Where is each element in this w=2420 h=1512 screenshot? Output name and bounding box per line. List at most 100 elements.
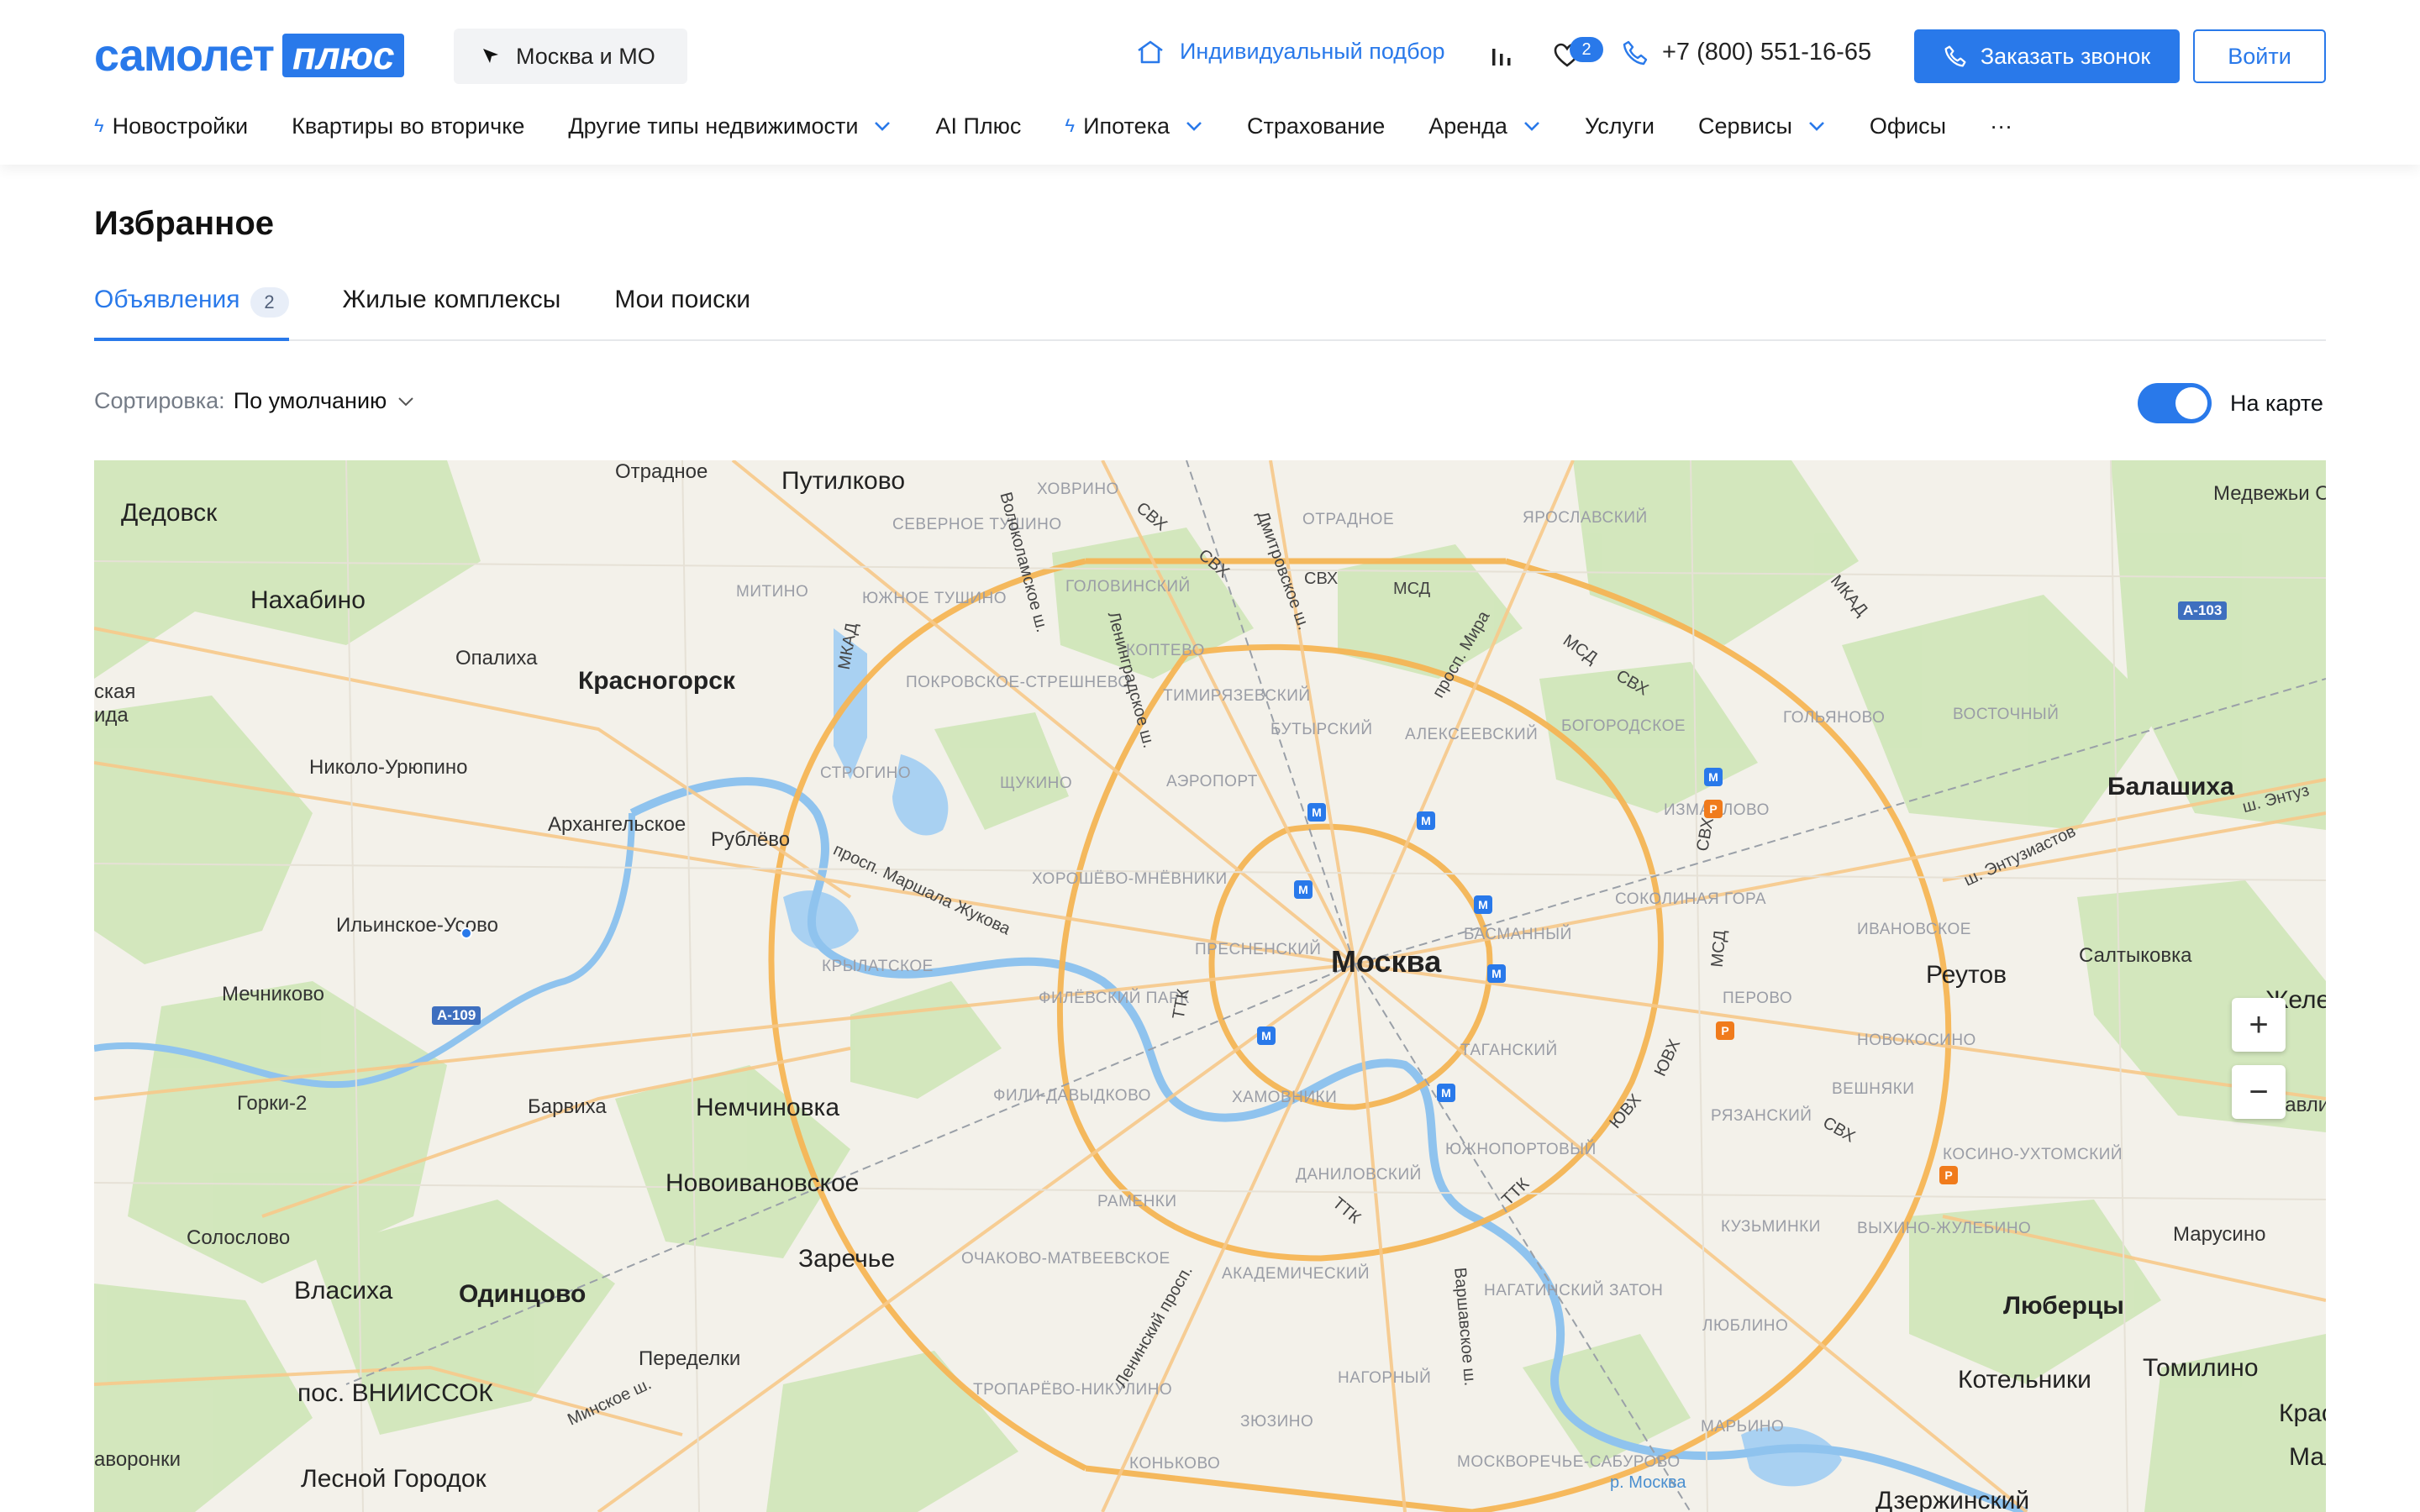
- metro-icon: Р: [1704, 800, 1723, 818]
- tab-label: Объявления: [94, 286, 240, 313]
- tab-residential-complexes[interactable]: Жилые комплексы: [343, 279, 561, 341]
- map-district-label: АЭРОПОРТ: [1166, 773, 1258, 790]
- favorite-listing-marker[interactable]: [460, 927, 472, 939]
- map-district-label: МАРЬИНО: [1701, 1418, 1785, 1436]
- tab-my-searches[interactable]: Мои поиски: [614, 279, 750, 341]
- phone-number: +7 (800) 551-16-65: [1662, 39, 1872, 66]
- compare-icon[interactable]: [1489, 44, 1514, 73]
- metro-icon: M: [1704, 768, 1723, 786]
- map-label: Николо-Урюпино: [309, 756, 468, 779]
- phone-link[interactable]: +7 (800) 551-16-65: [1622, 39, 1871, 66]
- map-district-label: ХОРОШЁВО-МНЁВНИКИ: [1032, 870, 1228, 888]
- metro-icon: M: [1307, 803, 1326, 822]
- region-selector[interactable]: Москва и МО: [454, 29, 687, 84]
- map-district-label: ИВАНОВСКОЕ: [1857, 921, 1971, 938]
- main-nav: ϟ Новостройки Квартиры во вторичке Други…: [94, 108, 2056, 144]
- map-label: Немчиновка: [696, 1094, 840, 1121]
- map-label: Новоивановское: [666, 1169, 860, 1197]
- favorites-tabs: Объявления 2 Жилые комплексы Мои поиски: [94, 279, 2326, 341]
- logo[interactable]: самолет плюс: [94, 33, 405, 78]
- zoom-in-button[interactable]: +: [2232, 998, 2286, 1052]
- road-badge: А-109: [432, 1006, 481, 1025]
- map-district-label: ХОВРИНО: [1037, 480, 1119, 498]
- metro-icon: M: [1417, 811, 1435, 830]
- map-label: Красково: [2279, 1399, 2326, 1427]
- metro-icon: M: [1294, 880, 1313, 899]
- nav-item-insurance[interactable]: Страхование: [1247, 113, 1385, 139]
- map-label: ида: [94, 704, 129, 727]
- nav-item-mortgage[interactable]: ϟ Ипотека: [1065, 113, 1203, 139]
- map-label: Переделки: [639, 1347, 741, 1370]
- map-district-label: ФИЛЁВСКИЙ ПАРК: [1039, 990, 1190, 1007]
- map-label: ская: [94, 680, 136, 703]
- map-district-label: ВЫХИНО-ЖУЛЕБИНО: [1857, 1220, 2032, 1237]
- nav-item-label: Другие типы недвижимости: [568, 113, 859, 139]
- sort-dropdown[interactable]: Сортировка: По умолчанию: [94, 388, 415, 414]
- nav-item-novostroyki[interactable]: ϟ Новостройки: [94, 113, 248, 139]
- order-call-button[interactable]: Заказать звонок: [1914, 29, 2180, 83]
- map-district-label: СЕВЕРНОЕ ТУШИНО: [892, 516, 1062, 533]
- map-toggle-switch[interactable]: [2138, 383, 2212, 423]
- nav-more-button[interactable]: ···: [1990, 113, 2012, 139]
- map-district-label: КРЫЛАТСКОЕ: [822, 958, 934, 975]
- nav-item-rent[interactable]: Аренда: [1428, 113, 1541, 139]
- tab-count-badge: 2: [250, 287, 289, 318]
- toggle-knob: [2175, 387, 2207, 419]
- map-toggle[interactable]: На карте: [2138, 383, 2323, 423]
- metro-icon: M: [1487, 964, 1506, 983]
- nav-item-label: Страхование: [1247, 113, 1386, 139]
- sort-value: По умолчанию: [233, 388, 387, 413]
- map-label: Ильинское-Усово: [336, 914, 498, 937]
- phone-icon: [1623, 40, 1648, 65]
- map-label: Одинцово: [459, 1280, 587, 1308]
- map-district-label: МИТИНО: [736, 583, 809, 601]
- map-district-label: НАГОРНЫЙ: [1338, 1369, 1432, 1387]
- map-label: Мечниково: [222, 983, 324, 1005]
- map-district-label: ГОЛОВИНСКИЙ: [1065, 578, 1191, 596]
- nav-item-other-types[interactable]: Другие типы недвижимости: [568, 113, 892, 139]
- map-district-label: ЩУКИНО: [1000, 774, 1073, 792]
- map-label: Отрадное: [615, 460, 708, 483]
- zoom-out-button[interactable]: −: [2232, 1065, 2286, 1119]
- map-district-label: ЯРОСЛАВСКИЙ: [1523, 509, 1648, 527]
- nav-item-tools[interactable]: Сервисы: [1698, 113, 1826, 139]
- individual-selection-link[interactable]: Индивидуальный подбор: [1136, 39, 1445, 65]
- nav-item-label: Ипотека: [1083, 113, 1171, 139]
- map-district-label: ЗЮЗИНО: [1240, 1413, 1314, 1431]
- map-label: Котельники: [1958, 1366, 2091, 1394]
- nav-item-label: AI Плюс: [935, 113, 1022, 139]
- nav-item-services[interactable]: Услуги: [1585, 113, 1655, 139]
- map-district-label: РАМЕНКИ: [1097, 1193, 1177, 1210]
- sort-label: Сортировка:: [94, 388, 225, 413]
- order-call-label: Заказать звонок: [1980, 43, 2151, 69]
- logo-plus: плюс: [281, 34, 405, 77]
- map-label: Рублёво: [711, 828, 791, 851]
- region-label: Москва и МО: [516, 43, 655, 69]
- map-district-label: СТРОГИНО: [820, 764, 912, 782]
- nav-item-offices[interactable]: Офисы: [1870, 113, 1946, 139]
- chevron-down-icon: [1524, 122, 1539, 131]
- map-water-label: р. Москва: [1610, 1473, 1686, 1492]
- map-district-label: БУТЫРСКИЙ: [1270, 721, 1373, 738]
- tab-listings[interactable]: Объявления 2: [94, 279, 289, 341]
- house-icon: [1138, 40, 1163, 63]
- map-district-label: ПОКРОВСКОЕ-СТРЕШНЕВО: [906, 674, 1131, 691]
- map-label: Путилково: [781, 467, 905, 495]
- map-label: Люберцы: [2003, 1292, 2124, 1320]
- map-district-label: ВОСТОЧНЫЙ: [1953, 706, 2060, 723]
- bolt-icon: ϟ: [1065, 115, 1076, 136]
- login-button[interactable]: Войти: [2193, 29, 2326, 83]
- map-label: Лесной Городок: [301, 1465, 487, 1493]
- map-district-label: КОСИНО-УХТОМСКИЙ: [1943, 1146, 2123, 1163]
- nav-item-secondary[interactable]: Квартиры во вторичке: [292, 113, 524, 139]
- map-district-label: ПЕРОВО: [1723, 990, 1793, 1007]
- map-label: Марусино: [2173, 1223, 2266, 1246]
- map-view[interactable]: Отрадное Путилково Дедовск Нахабино Опал…: [94, 460, 2326, 1512]
- chevron-down-icon: [875, 122, 891, 131]
- map-label: Реутов: [1926, 961, 2007, 989]
- map-label: Заречье: [798, 1245, 896, 1273]
- map-district-label: ЮЖНОПОРТОВЫЙ: [1445, 1141, 1597, 1158]
- nav-item-ai-plus[interactable]: AI Плюс: [935, 113, 1021, 139]
- map-district-label: ЮЖНОЕ ТУШИНО: [862, 590, 1007, 607]
- map-label: Дедовск: [121, 499, 218, 527]
